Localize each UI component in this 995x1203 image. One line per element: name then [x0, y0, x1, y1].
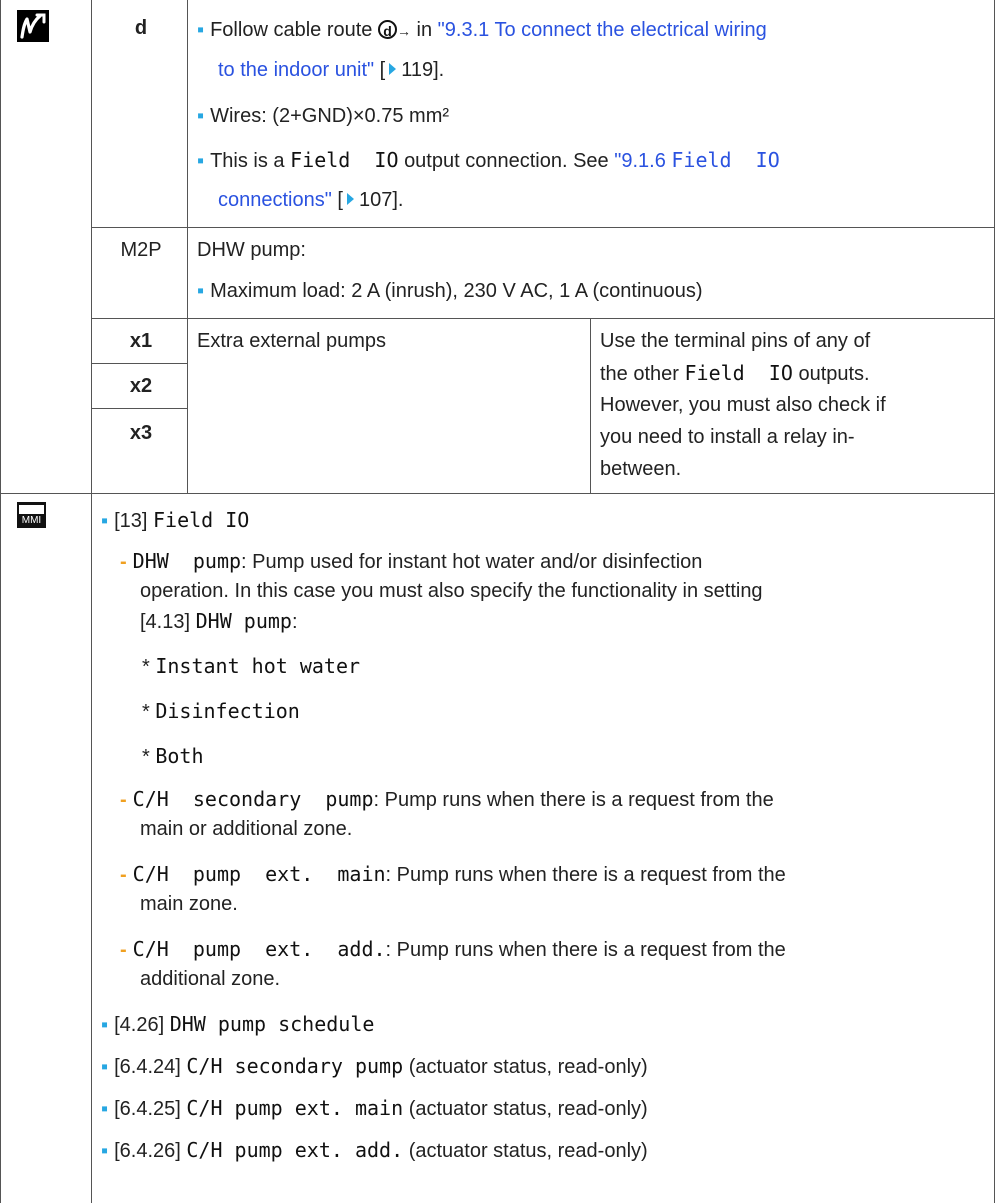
row-code-x3: x3: [129, 422, 153, 444]
bullet-icon: ▪: [101, 510, 109, 532]
row-d-bullet-3-cont: connections" [107].: [218, 189, 404, 211]
dash-icon: -: [120, 551, 127, 573]
bullet-icon: ▪: [101, 1056, 109, 1078]
row-x-note-1: Use the terminal pins of any of: [600, 330, 871, 352]
row-divider-m2p: [91, 318, 994, 319]
link-9-3-1[interactable]: "9.3.1 To connect the electrical wiring: [438, 19, 767, 41]
mmi-option-2: * Disinfection: [142, 699, 300, 723]
page-ref-triangle-icon: [389, 63, 397, 75]
mmi-sub-dhw-pump: - DHW pump: Pump used for instant hot wat…: [120, 549, 703, 573]
code-column-divider: [187, 0, 188, 493]
link-9-1-6[interactable]: "9.1.6 Field IO: [614, 148, 780, 172]
mmi-sub-pump-ext-main-line2: main zone.: [140, 893, 238, 915]
bullet-icon: ▪: [101, 1098, 109, 1120]
bullet-icon: ▪: [197, 19, 205, 41]
row-m2p-bullet: ▪ Maximum load: 2 A (inrush), 230 V AC, 1…: [197, 280, 703, 302]
mmi-sub-dhw-pump-line3: [4.13] DHW pump:: [140, 609, 298, 633]
row-code-d: d: [134, 17, 148, 39]
row-divider-x2: [91, 408, 187, 409]
mmi-sub-pump-ext-add: - C/H pump ext. add.: Pump runs when ther…: [120, 937, 786, 961]
row-divider-x1: [91, 363, 187, 364]
dash-icon: -: [120, 789, 127, 811]
row-d-bullet-1-cont: to the indoor unit" [119].: [218, 59, 445, 81]
row-x-note-3: However, you must also check if: [600, 394, 886, 416]
mmi-item-6-4-26: ▪ [6.4.26] C/H pump ext. add. (actuator s…: [101, 1138, 648, 1162]
mmi-sub-secondary-pump-line2: main or additional zone.: [140, 818, 353, 840]
mmi-item-6-4-25: ▪ [6.4.25] C/H pump ext. main (actuator s…: [101, 1096, 648, 1120]
mmi-option-3: * Both: [142, 744, 204, 768]
icon-column-divider: [91, 0, 92, 1203]
mmi-item-13: ▪ [13] Field IO: [101, 508, 250, 532]
dash-icon: -: [120, 939, 127, 961]
bullet-icon: ▪: [101, 1014, 109, 1036]
bullet-icon: ▪: [197, 150, 205, 172]
row-divider-d: [91, 227, 994, 228]
row-d-bullet-3: ▪ This is a Field IO output connection. S…: [197, 148, 780, 172]
mmi-sub-pump-ext-add-line2: additional zone.: [140, 968, 281, 990]
row-x-note-2: the other Field IO outputs.: [600, 361, 870, 385]
link-9-1-6-cont[interactable]: connections": [218, 189, 332, 211]
table-left-border: [0, 0, 1, 1203]
row-d-bullet-2: ▪ Wires: (2+GND)×0.75 mm²: [197, 105, 450, 127]
mmi-item-6-4-24: ▪ [6.4.24] C/H secondary pump (actuator s…: [101, 1054, 648, 1078]
mmi-sub-pump-ext-main: - C/H pump ext. main: Pump runs when ther…: [120, 862, 786, 886]
note-column-divider: [590, 318, 591, 493]
cable-route-d-icon: d: [377, 20, 397, 39]
bullet-icon: ▪: [197, 105, 205, 127]
row-code-m2p: M2P: [120, 239, 162, 261]
mmi-icon: MMI: [17, 502, 46, 528]
row-d-bullet-1: ▪ Follow cable route d → in "9.3.1 To conn…: [197, 19, 767, 41]
link-9-3-1-cont[interactable]: to the indoor unit": [218, 59, 374, 81]
mmi-sub-secondary-pump: - C/H secondary pump: Pump runs when ther…: [120, 787, 774, 811]
mmi-option-1: * Instant hot water: [142, 654, 361, 678]
mmi-icon-label: MMI: [21, 515, 42, 526]
page-ref-triangle-icon: [346, 193, 354, 205]
row-code-x2: x2: [129, 375, 153, 397]
row-x-description: Extra external pumps: [197, 330, 386, 352]
row-code-x1: x1: [129, 330, 153, 352]
bullet-icon: ▪: [197, 280, 205, 302]
mmi-item-4-26: ▪ [4.26] DHW pump schedule: [101, 1012, 375, 1036]
row-x-note-5: between.: [600, 458, 682, 480]
wiring-icon: [17, 10, 49, 42]
row-x-note-4: you need to install a relay in-: [600, 426, 855, 448]
mmi-sub-dhw-pump-line2: operation. In this case you must also sp…: [140, 580, 763, 602]
dash-icon: -: [120, 864, 127, 886]
row-m2p-title: DHW pump:: [197, 239, 306, 261]
bullet-icon: ▪: [101, 1140, 109, 1162]
section-divider: [0, 493, 995, 494]
arrow-icon: →: [396, 23, 411, 39]
